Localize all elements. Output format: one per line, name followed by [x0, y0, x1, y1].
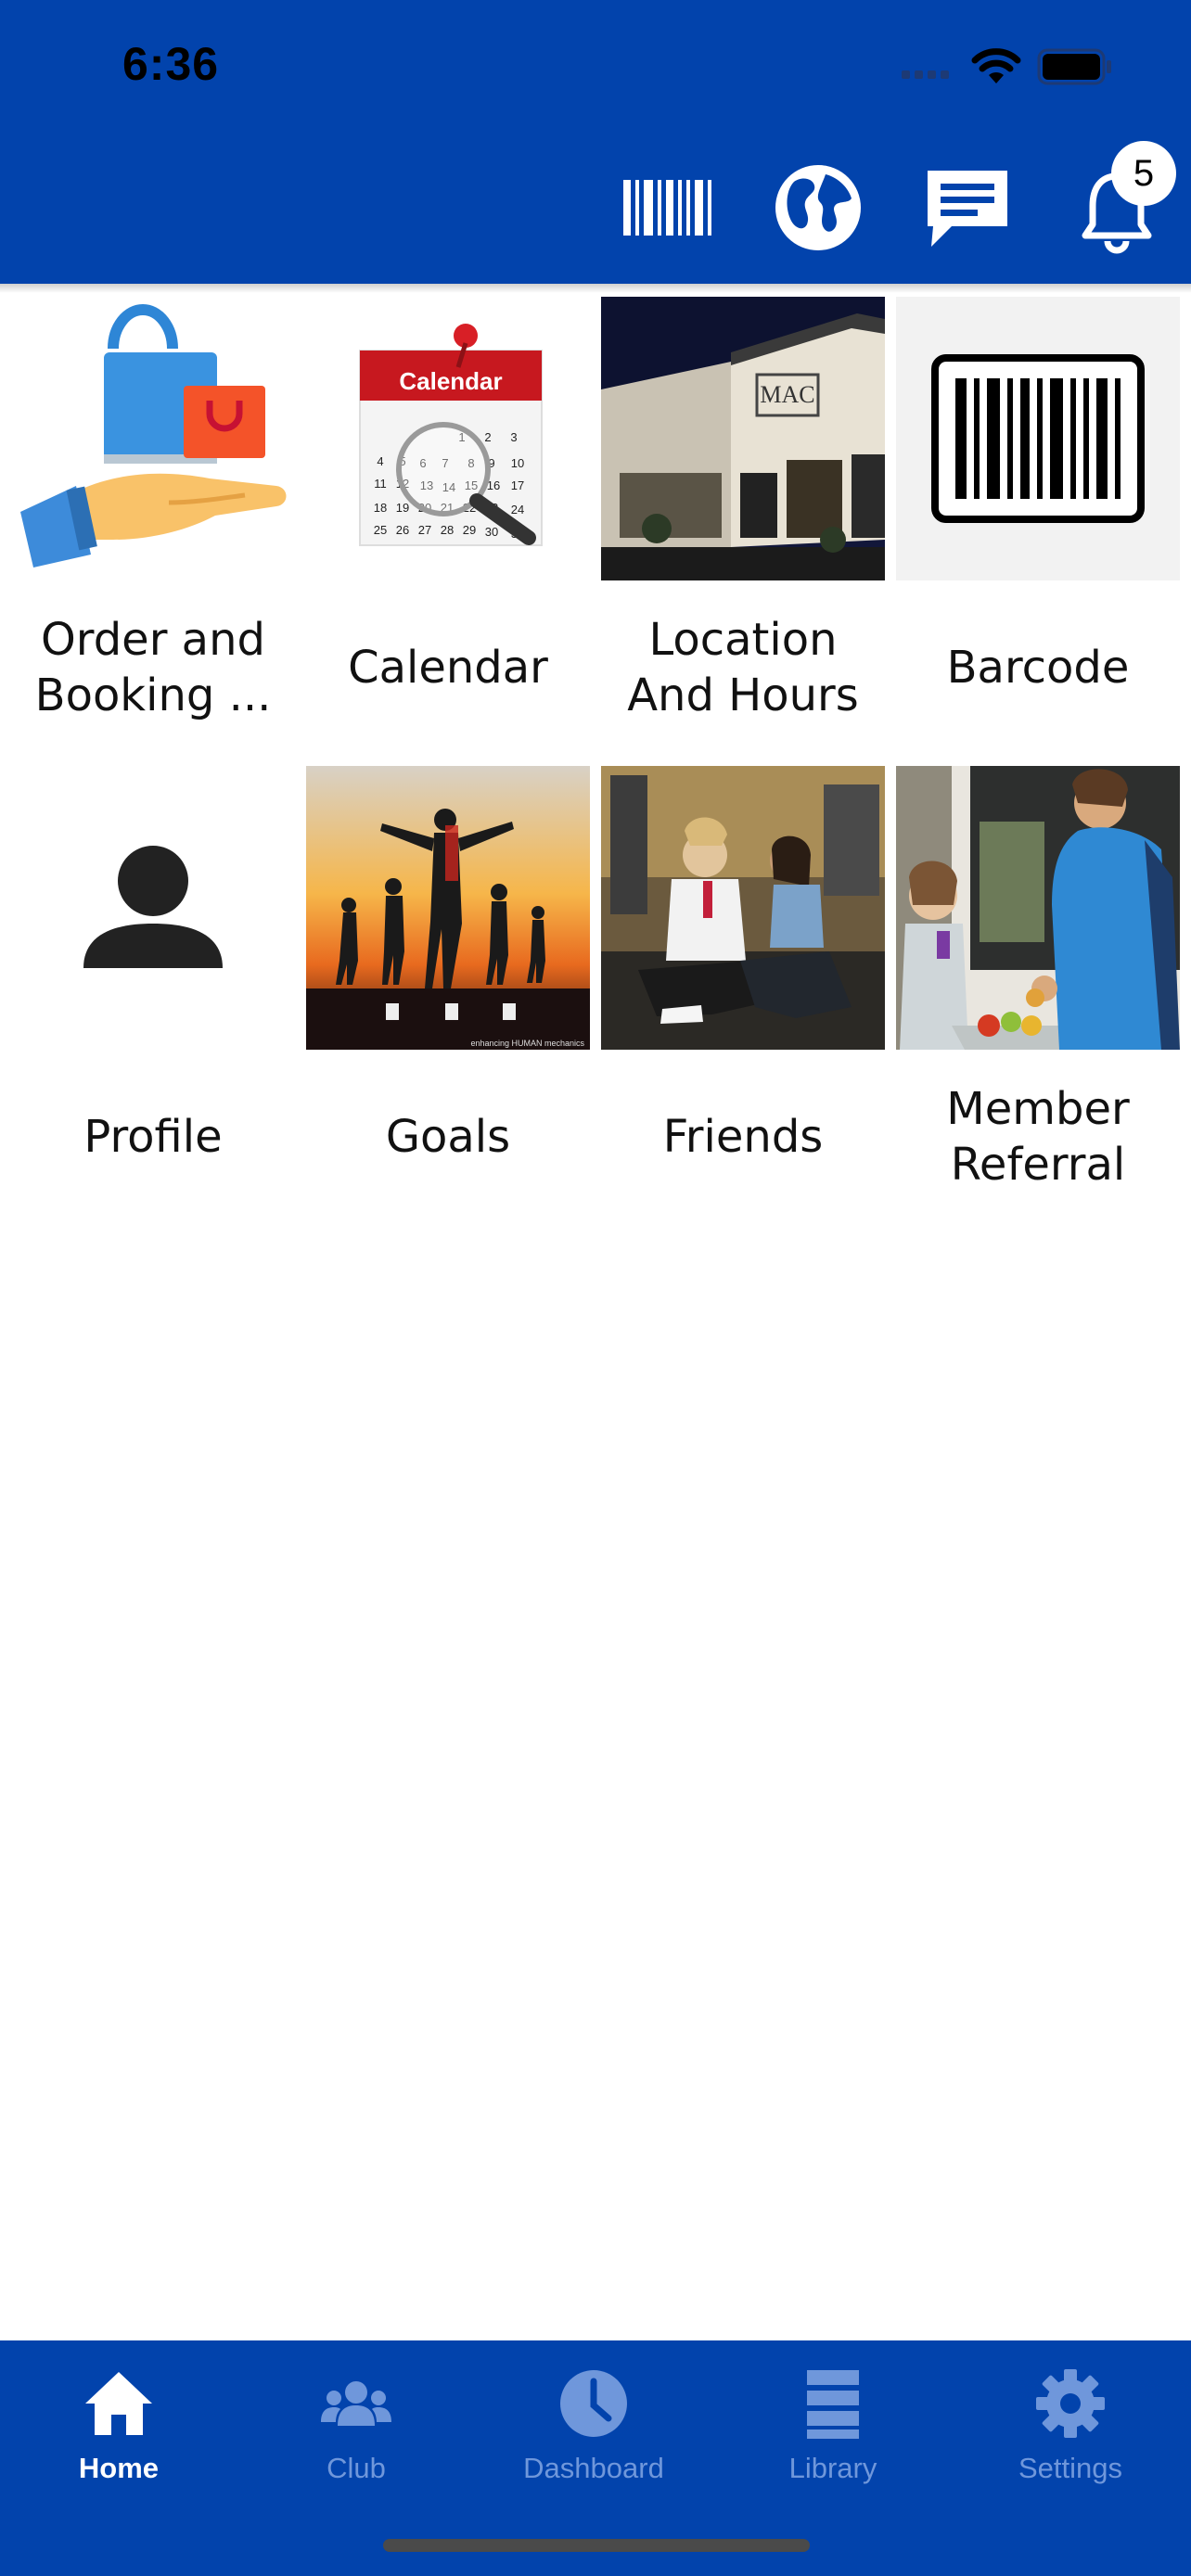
tab-label: Home: [78, 2452, 160, 2484]
svg-text:24: 24: [511, 503, 524, 516]
svg-text:11: 11: [374, 477, 387, 491]
calendar-magnifier-icon: Calendar 321 45678910 11121314151617 181…: [359, 324, 543, 546]
svg-text:29: 29: [463, 523, 476, 537]
tab-label: Settings: [1018, 2452, 1122, 2484]
tab-library[interactable]: Library: [731, 2340, 935, 2498]
club-building-photo: MAC: [601, 297, 885, 580]
gym-friends-photo: [601, 766, 885, 1050]
cellular-signal-icon: [902, 65, 954, 83]
svg-text:26: 26: [396, 523, 409, 537]
svg-text:MAC: MAC: [760, 381, 814, 408]
tile-label: Barcode: [946, 642, 1130, 694]
tab-label: Library: [788, 2452, 877, 2484]
home-icon: [85, 2372, 152, 2435]
tab-label: Dashboard: [523, 2452, 664, 2484]
tile-label: Member Referral: [946, 1083, 1130, 1191]
notification-badge: 5: [1111, 141, 1176, 206]
svg-text:30: 30: [485, 525, 498, 539]
person-icon: [83, 846, 223, 968]
home-indicator: [383, 2539, 810, 2552]
svg-text:25: 25: [374, 523, 387, 537]
svg-text:17: 17: [511, 478, 524, 492]
status-time: 6:36: [122, 38, 220, 90]
tab-club[interactable]: Club: [254, 2340, 458, 2498]
message-icon[interactable]: [924, 167, 1011, 250]
library-icon: [807, 2370, 859, 2439]
globe-icon[interactable]: [774, 163, 863, 252]
kitchen-referral-photo: [896, 766, 1180, 1050]
tab-label: Club: [327, 2452, 386, 2484]
svg-text:2: 2: [484, 430, 491, 444]
barcode-icon[interactable]: [623, 180, 714, 236]
gear-icon: [1036, 2369, 1105, 2438]
svg-text:28: 28: [441, 523, 454, 537]
tile-label: Location And Hours: [627, 614, 859, 721]
tile-label: Calendar: [348, 642, 548, 694]
header-shadow: [0, 284, 1191, 293]
shopping-bag-hand-icon: [20, 304, 287, 567]
runners-sunset-photo: enhancing HUMAN mechanics: [306, 766, 590, 1050]
barcode-icon: [931, 354, 1145, 523]
battery-icon: [1037, 48, 1111, 85]
svg-text:4: 4: [377, 454, 383, 468]
calendar-image-title: Calendar: [399, 367, 502, 395]
tab-home[interactable]: Home: [17, 2340, 221, 2498]
svg-text:27: 27: [418, 523, 431, 537]
wifi-icon: [971, 48, 1021, 83]
goals-image-caption: enhancing HUMAN mechanics: [470, 1039, 584, 1048]
tile-label: Goals: [385, 1111, 511, 1163]
tab-settings[interactable]: Settings: [968, 2340, 1172, 2498]
tile-label: Friends: [662, 1111, 824, 1163]
group-icon: [321, 2381, 391, 2426]
tile-label: Order and Booking ...: [34, 614, 272, 721]
svg-text:18: 18: [374, 501, 387, 515]
tab-dashboard[interactable]: Dashboard: [492, 2340, 696, 2498]
svg-text:3: 3: [510, 430, 517, 444]
svg-text:19: 19: [396, 501, 409, 515]
svg-text:10: 10: [511, 456, 524, 470]
app-header: 6:36 5: [0, 0, 1191, 284]
barcode-image-frame: [896, 297, 1180, 580]
tile-label: Profile: [83, 1111, 223, 1163]
clock-icon: [560, 2370, 627, 2437]
